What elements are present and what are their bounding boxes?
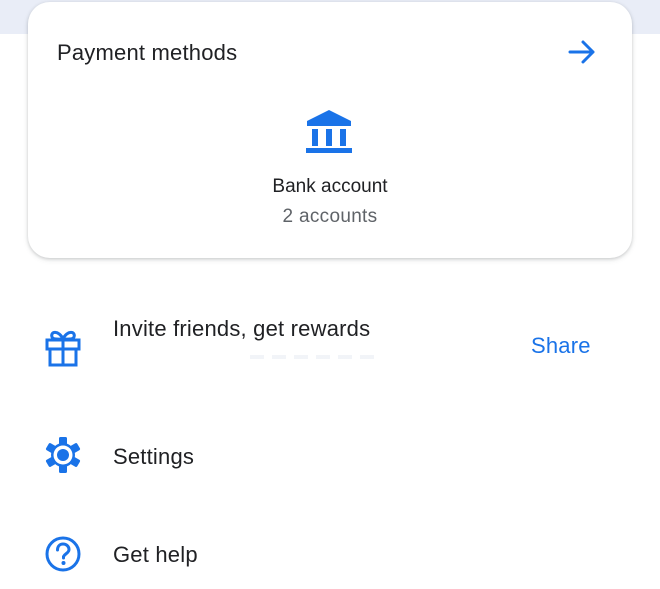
share-button[interactable]: Share <box>531 333 591 359</box>
settings-row[interactable]: Settings <box>0 420 660 492</box>
invite-friends-label: Invite friends, get rewards <box>113 316 371 341</box>
payment-methods-card[interactable]: Payment methods Bank account 2 accounts <box>28 2 632 258</box>
get-help-row[interactable]: Get help <box>0 520 660 589</box>
payment-methods-title: Payment methods <box>57 40 238 65</box>
bank-account-label: Bank account <box>272 176 388 197</box>
arrow-right-icon <box>568 40 595 64</box>
settings-label: Settings <box>113 444 195 469</box>
help-icon <box>45 536 81 572</box>
bank-account-count: 2 accounts <box>282 206 378 227</box>
gift-icon <box>45 330 81 367</box>
get-help-label: Get help <box>113 542 198 567</box>
invite-subtext-placeholder <box>250 355 380 359</box>
gear-icon <box>45 437 81 473</box>
payment-methods-arrow-button[interactable] <box>566 36 598 68</box>
bank-icon <box>306 110 352 153</box>
